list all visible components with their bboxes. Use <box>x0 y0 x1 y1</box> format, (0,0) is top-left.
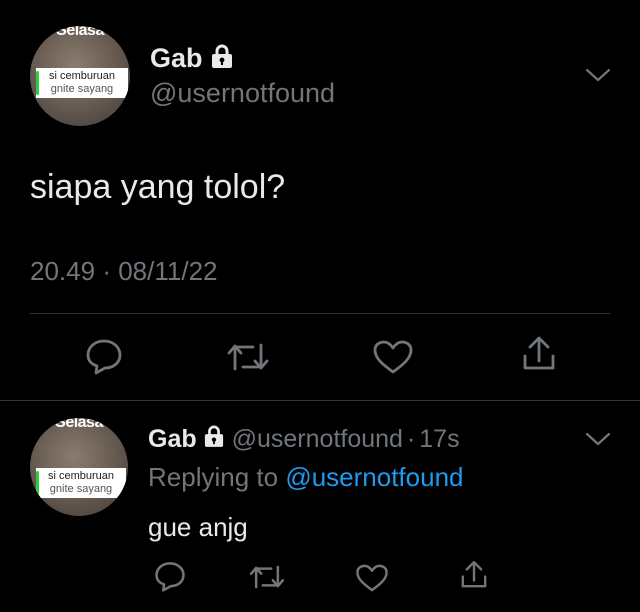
reply-avatar[interactable]: Selasa si cemburuan gnite sayang <box>30 418 128 516</box>
display-name[interactable]: Gab <box>150 43 203 74</box>
avatar[interactable]: Selasa si cemburuan gnite sayang <box>30 26 130 126</box>
tweet-divider <box>0 400 640 401</box>
reply-avatar-bubble: si cemburuan gnite sayang <box>36 468 126 498</box>
chevron-down-icon[interactable] <box>584 430 612 448</box>
reply-separator: · <box>406 424 416 453</box>
lock-icon <box>211 44 233 73</box>
reply-text: gue anjg <box>148 512 248 542</box>
tweet-timestamp[interactable]: 20.49 · 08/11/22 <box>30 256 218 287</box>
like-icon[interactable] <box>372 339 414 375</box>
share-icon[interactable] <box>458 558 490 592</box>
tweet-date: 08/11/22 <box>118 256 218 286</box>
avatar-bubble-line1: si cemburuan <box>48 70 116 82</box>
retweet-icon[interactable] <box>226 339 270 375</box>
replying-to: Replying to @usernotfound <box>148 462 464 493</box>
avatar-bubble-line2: gnite sayang <box>50 83 114 95</box>
reply-icon[interactable] <box>153 560 187 592</box>
share-icon[interactable] <box>519 334 559 374</box>
chevron-down-icon[interactable] <box>584 66 612 84</box>
reply-age[interactable]: 17s <box>419 425 459 454</box>
like-icon[interactable] <box>355 563 389 593</box>
tweet-text: siapa yang tolol? <box>30 168 286 206</box>
reply-avatar-bubble-line1: si cemburuan <box>47 470 115 482</box>
retweet-icon[interactable] <box>248 562 286 592</box>
reply-avatar-top-text: Selasa <box>55 418 103 431</box>
timestamp-separator: · <box>102 256 111 286</box>
handle[interactable]: @usernotfound <box>150 78 335 109</box>
tweet-time: 20.49 <box>30 256 96 286</box>
reply-icon[interactable] <box>84 337 124 375</box>
divider <box>30 313 610 314</box>
avatar-top-text: Selasa <box>56 26 104 39</box>
lock-icon <box>204 425 224 454</box>
avatar-bubble: si cemburuan gnite sayang <box>36 68 128 98</box>
replying-handle-link[interactable]: @usernotfound <box>285 462 463 492</box>
reply-display-name[interactable]: Gab <box>148 425 197 454</box>
reply-avatar-bubble-line2: gnite sayang <box>49 483 113 495</box>
reply-handle[interactable]: @usernotfound <box>232 425 403 454</box>
replying-prefix: Replying to <box>148 462 279 492</box>
